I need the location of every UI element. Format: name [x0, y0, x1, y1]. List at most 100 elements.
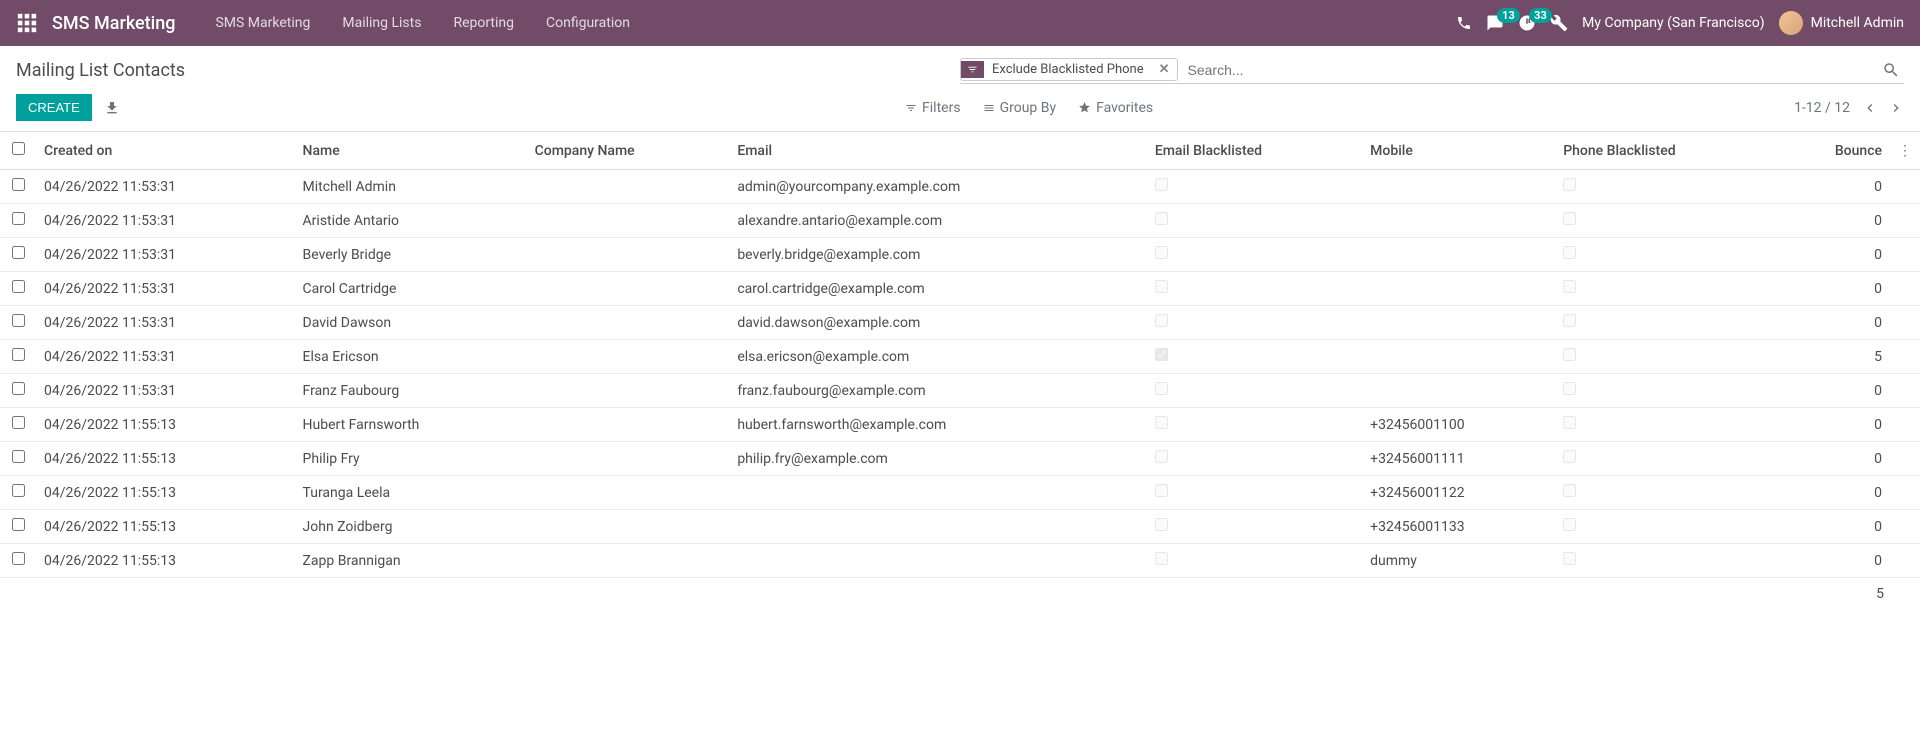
row-checkbox[interactable] — [12, 382, 25, 395]
favorites-label: Favorites — [1096, 100, 1153, 116]
groupby-dropdown[interactable]: Group By — [983, 100, 1057, 116]
cell-created-on: 04/26/2022 11:55:13 — [36, 476, 295, 510]
facet-remove[interactable]: ✕ — [1152, 59, 1177, 80]
cell-email: carol.cartridge@example.com — [729, 272, 1147, 306]
col-mobile[interactable]: Mobile — [1362, 132, 1555, 170]
cell-email — [729, 544, 1147, 578]
cell-bounce: 0 — [1780, 476, 1890, 510]
email-blacklisted-checkbox — [1155, 212, 1168, 225]
email-blacklisted-checkbox — [1155, 280, 1168, 293]
cell-created-on: 04/26/2022 11:55:13 — [36, 442, 295, 476]
email-blacklisted-checkbox — [1155, 348, 1168, 361]
cell-bounce: 0 — [1780, 238, 1890, 272]
cell-created-on: 04/26/2022 11:53:31 — [36, 306, 295, 340]
export-icon[interactable] — [104, 100, 120, 116]
cell-created-on: 04/26/2022 11:55:13 — [36, 510, 295, 544]
table-row[interactable]: 04/26/2022 11:53:31Mitchell Adminadmin@y… — [0, 170, 1920, 204]
table-row[interactable]: 04/26/2022 11:53:31David Dawsondavid.daw… — [0, 306, 1920, 340]
cell-created-on: 04/26/2022 11:55:13 — [36, 408, 295, 442]
create-button[interactable]: CREATE — [16, 94, 92, 121]
table-row[interactable]: 04/26/2022 11:53:31Franz Faubourgfranz.f… — [0, 374, 1920, 408]
select-all-checkbox[interactable] — [12, 142, 25, 155]
row-checkbox[interactable] — [12, 518, 25, 531]
row-checkbox[interactable] — [12, 450, 25, 463]
col-company[interactable]: Company Name — [527, 132, 730, 170]
navbar: SMS Marketing SMS Marketing Mailing List… — [0, 0, 1920, 46]
row-checkbox[interactable] — [12, 314, 25, 327]
cell-name: David Dawson — [295, 306, 527, 340]
messaging-icon[interactable]: 13 — [1486, 14, 1504, 32]
favorites-dropdown[interactable]: Favorites — [1078, 100, 1153, 116]
groupby-label: Group By — [1000, 100, 1057, 116]
table-row[interactable]: 04/26/2022 11:53:31Carol Cartridgecarol.… — [0, 272, 1920, 306]
row-checkbox[interactable] — [12, 178, 25, 191]
cell-email-blacklisted — [1147, 272, 1362, 306]
cell-mobile: +32456001100 — [1362, 408, 1555, 442]
optional-columns-toggle[interactable]: ⋮ — [1890, 132, 1920, 170]
cell-mobile: dummy — [1362, 544, 1555, 578]
total-bounce: 5 — [1876, 586, 1884, 602]
activity-icon[interactable]: 33 — [1518, 14, 1536, 32]
cell-mobile — [1362, 272, 1555, 306]
cell-bounce: 0 — [1780, 170, 1890, 204]
company-selector[interactable]: My Company (San Francisco) — [1582, 15, 1764, 31]
filters-dropdown[interactable]: Filters — [905, 100, 961, 116]
cell-company — [527, 408, 730, 442]
phone-blacklisted-checkbox — [1563, 212, 1576, 225]
table-row[interactable]: 04/26/2022 11:55:13Hubert Farnsworthhube… — [0, 408, 1920, 442]
row-checkbox[interactable] — [12, 484, 25, 497]
app-name[interactable]: SMS Marketing — [52, 13, 175, 34]
col-created-on[interactable]: Created on — [36, 132, 295, 170]
pager-range[interactable]: 1-12 / 12 — [1794, 100, 1850, 116]
cell-bounce: 0 — [1780, 374, 1890, 408]
cell-phone-blacklisted — [1555, 204, 1779, 238]
row-checkbox[interactable] — [12, 212, 25, 225]
col-name[interactable]: Name — [295, 132, 527, 170]
nav-link-configuration[interactable]: Configuration — [530, 15, 646, 31]
table-row[interactable]: 04/26/2022 11:53:31Beverly Bridgebeverly… — [0, 238, 1920, 272]
search-icon[interactable] — [1878, 61, 1904, 79]
cell-company — [527, 204, 730, 238]
col-phone-blacklisted[interactable]: Phone Blacklisted — [1555, 132, 1779, 170]
row-checkbox[interactable] — [12, 348, 25, 361]
cell-bounce: 0 — [1780, 204, 1890, 238]
table-row[interactable]: 04/26/2022 11:53:31Elsa Ericsonelsa.eric… — [0, 340, 1920, 374]
cell-company — [527, 272, 730, 306]
nav-link-reporting[interactable]: Reporting — [437, 15, 530, 31]
email-blacklisted-checkbox — [1155, 450, 1168, 463]
pager-prev[interactable] — [1862, 100, 1878, 116]
cell-name: Turanga Leela — [295, 476, 527, 510]
row-checkbox[interactable] — [12, 246, 25, 259]
col-email[interactable]: Email — [729, 132, 1147, 170]
cell-email — [729, 510, 1147, 544]
user-menu[interactable]: Mitchell Admin — [1779, 11, 1904, 35]
cell-phone-blacklisted — [1555, 408, 1779, 442]
apps-icon[interactable] — [16, 12, 38, 34]
cell-created-on: 04/26/2022 11:55:13 — [36, 544, 295, 578]
col-bounce[interactable]: Bounce — [1780, 132, 1890, 170]
col-email-blacklisted[interactable]: Email Blacklisted — [1147, 132, 1362, 170]
table-row[interactable]: 04/26/2022 11:53:31Aristide Antarioalexa… — [0, 204, 1920, 238]
cell-email: alexandre.antario@example.com — [729, 204, 1147, 238]
cell-email-blacklisted — [1147, 374, 1362, 408]
cell-phone-blacklisted — [1555, 374, 1779, 408]
cell-email — [729, 476, 1147, 510]
row-checkbox[interactable] — [12, 416, 25, 429]
table-row[interactable]: 04/26/2022 11:55:13Philip Fryphilip.fry@… — [0, 442, 1920, 476]
row-checkbox[interactable] — [12, 552, 25, 565]
phone-icon[interactable] — [1456, 15, 1472, 31]
nav-link-mailing-lists[interactable]: Mailing Lists — [326, 15, 437, 31]
cell-company — [527, 510, 730, 544]
phone-blacklisted-checkbox — [1563, 552, 1576, 565]
row-checkbox[interactable] — [12, 280, 25, 293]
cell-company — [527, 340, 730, 374]
table-row[interactable]: 04/26/2022 11:55:13John Zoidberg+3245600… — [0, 510, 1920, 544]
table-row[interactable]: 04/26/2022 11:55:13Turanga Leela+3245600… — [0, 476, 1920, 510]
search-input[interactable] — [1184, 59, 1878, 81]
nav-link-sms-marketing[interactable]: SMS Marketing — [199, 15, 326, 31]
debug-icon[interactable] — [1550, 14, 1568, 32]
table-row[interactable]: 04/26/2022 11:55:13Zapp Brannigandummy0 — [0, 544, 1920, 578]
search-bar[interactable]: Exclude Blacklisted Phone ✕ — [960, 58, 1904, 84]
pager-next[interactable] — [1888, 100, 1904, 116]
cell-email-blacklisted — [1147, 408, 1362, 442]
